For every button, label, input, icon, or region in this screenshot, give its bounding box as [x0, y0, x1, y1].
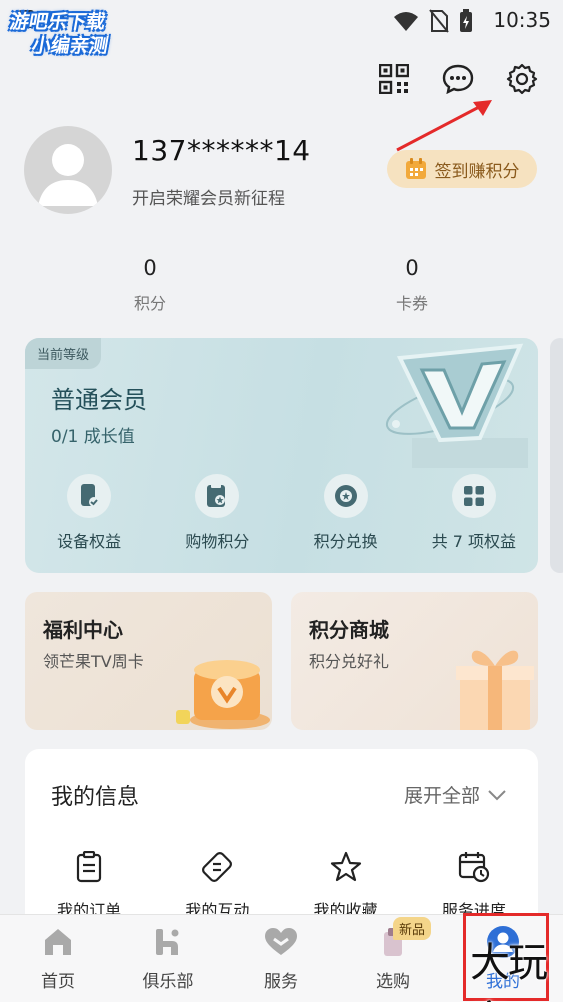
messages-button[interactable]	[441, 62, 475, 96]
signin-button[interactable]: 签到赚积分	[387, 150, 537, 188]
welfare-title: 福利中心	[43, 618, 123, 642]
default-user-icon	[38, 144, 98, 206]
member-level-card[interactable]: 当前等级 普通会员 0/1 成长值 设备权益 购物积分 积分兑换 共 7 项权益	[25, 338, 538, 573]
coupons-label: 卡券	[395, 294, 428, 313]
points-stat[interactable]: 0 积分	[100, 256, 200, 314]
heart-icon	[264, 925, 298, 959]
wifi-icon	[394, 12, 418, 31]
grid-icon	[451, 474, 496, 518]
points-value: 0	[143, 256, 157, 280]
star-icon	[328, 849, 364, 885]
benefit-item-device[interactable]: 设备权益	[25, 474, 153, 552]
points-exchange-icon	[323, 474, 368, 518]
tab-label: 服务	[264, 972, 298, 992]
benefit-item-all[interactable]: 共 7 项权益	[410, 474, 538, 552]
points-mall-card[interactable]: 积分商城 积分兑好礼	[291, 592, 538, 730]
benefit-item-points-exchange[interactable]: 积分兑换	[282, 474, 410, 552]
member-slogan: 开启荣耀会员新征程	[132, 189, 285, 209]
home-icon	[42, 925, 74, 959]
order-icon	[71, 849, 107, 885]
welfare-center-card[interactable]: 福利中心 领芒果TV周卡	[25, 592, 272, 730]
status-icons	[393, 9, 473, 33]
tab-home[interactable]: 首页	[18, 925, 98, 992]
tab-service[interactable]: 服务	[241, 925, 321, 992]
benefit-label: 积分兑换	[313, 532, 378, 551]
qr-code-button[interactable]	[377, 62, 411, 96]
level-tag: 当前等级	[25, 338, 102, 369]
club-icon	[154, 925, 182, 959]
level-title: 普通会员	[51, 386, 147, 414]
watermark-logo: 游吧乐下载 小编亲测	[4, 10, 152, 58]
user-phone[interactable]: 137******14	[132, 134, 311, 167]
expand-all-label: 展开全部	[403, 785, 480, 807]
benefit-label: 设备权益	[57, 532, 122, 551]
signin-label: 签到赚积分	[434, 161, 520, 182]
gift-icon	[456, 650, 534, 730]
expand-all-button[interactable]: 展开全部	[404, 781, 506, 808]
clock: 10:35	[493, 8, 551, 32]
settings-button[interactable]	[505, 62, 539, 96]
new-product-badge: 新品	[393, 917, 432, 940]
next-level-card-peek[interactable]	[550, 338, 563, 573]
points-label: 积分	[133, 294, 166, 313]
tab-label: 选购	[376, 972, 410, 992]
my-info-title: 我的信息	[51, 785, 140, 810]
calendar-icon	[405, 158, 426, 179]
coupons-stat[interactable]: 0 卡券	[362, 256, 462, 314]
annotation-arrow	[396, 100, 492, 152]
watermark-line-2: 小编亲测	[29, 35, 110, 57]
qr-code-icon	[379, 64, 409, 94]
benefit-item-shopping-points[interactable]: 购物积分	[153, 474, 281, 552]
my-orders-item[interactable]: 我的订单	[25, 849, 153, 921]
gift-box-glow-icon	[176, 660, 270, 729]
top-actions	[377, 62, 539, 96]
mall-subtitle: 积分兑好礼	[309, 652, 390, 671]
tab-label: 首页	[41, 972, 75, 992]
battery-icon	[460, 9, 472, 32]
calendar-clock-icon	[456, 849, 492, 885]
benefit-list: 设备权益 购物积分 积分兑换 共 7 项权益	[25, 474, 538, 552]
tab-club[interactable]: 俱乐部	[128, 925, 208, 992]
coupons-value: 0	[405, 256, 419, 280]
gear-icon	[506, 63, 538, 95]
mall-title: 积分商城	[309, 618, 389, 642]
corner-watermark: 大玩家	[470, 940, 548, 1002]
shopping-points-icon	[195, 474, 240, 518]
no-sim-icon	[429, 9, 449, 33]
my-interactions-item[interactable]: 我的互动	[153, 849, 281, 921]
benefit-label: 共 7 项权益	[431, 532, 517, 551]
benefit-label: 购物积分	[185, 532, 250, 551]
watermark-line-1: 游吧乐下载	[8, 11, 108, 33]
welfare-subtitle: 领芒果TV周卡	[43, 652, 144, 671]
my-favorites-item[interactable]: 我的收藏	[282, 849, 410, 921]
tab-label: 俱乐部	[142, 972, 194, 992]
chat-bubble-icon	[442, 64, 474, 94]
avatar[interactable]	[24, 126, 112, 214]
tab-shop[interactable]: 新品 选购	[353, 917, 433, 992]
device-benefit-icon	[67, 474, 112, 518]
my-info-list: 我的订单 我的互动 我的收藏 服务进度	[25, 849, 538, 921]
v-badge-icon	[385, 343, 528, 468]
service-progress-item[interactable]: 服务进度	[410, 849, 538, 921]
growth-value: 0/1 成长值	[51, 427, 135, 447]
chevron-down-icon	[488, 789, 506, 800]
interaction-icon	[199, 849, 235, 885]
